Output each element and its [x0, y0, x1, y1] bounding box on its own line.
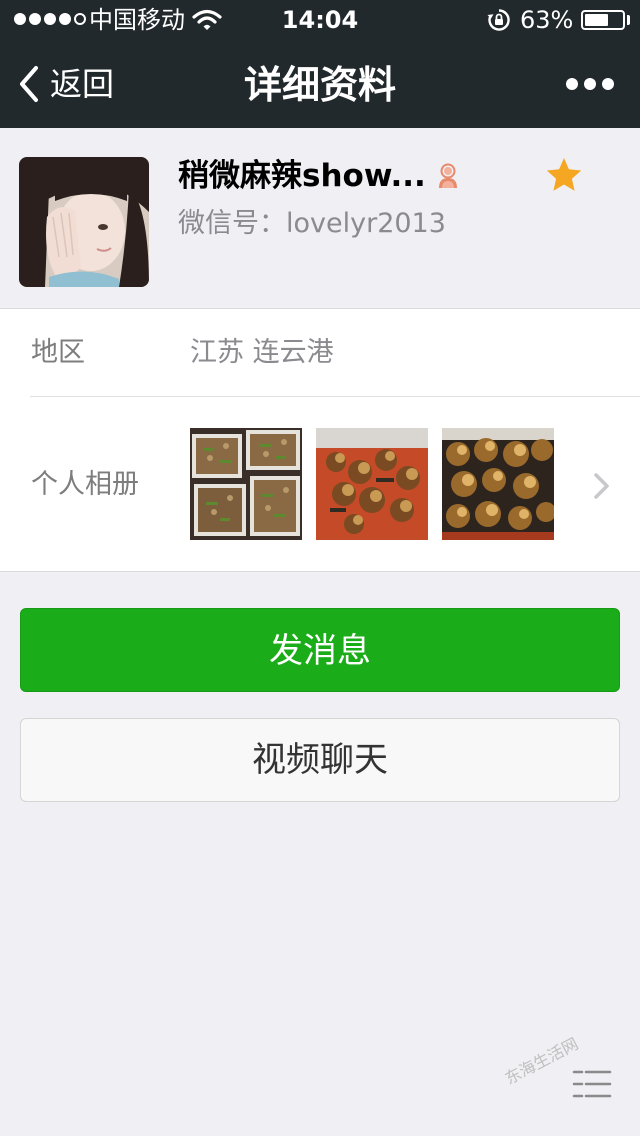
region-row: 地区 江苏 连云港: [0, 309, 640, 397]
album-photo[interactable]: [316, 428, 428, 540]
details-section: 地区 江苏 连云港 个人相册: [0, 308, 640, 572]
region-label: 地区: [31, 337, 85, 368]
navigation-bar: 返回 详细资料: [0, 40, 640, 128]
battery-fill: [585, 14, 608, 26]
more-dots-icon[interactable]: [566, 76, 614, 92]
album-photo[interactable]: [442, 428, 554, 540]
avatar-photo: [19, 157, 149, 287]
album-photo[interactable]: [190, 428, 302, 540]
avatar[interactable]: [19, 157, 149, 287]
profile-header: 稍微麻辣show... 微信号：lovelyr2013: [0, 128, 640, 308]
display-name: 稍微麻辣show...: [178, 158, 426, 194]
video-chat-button[interactable]: 视频聊天: [20, 718, 620, 802]
status-bar: 中国移动 14:04 63%: [0, 0, 640, 40]
album-photo-image: [316, 428, 428, 540]
battery-nub: [627, 15, 630, 25]
album-row[interactable]: 个人相册: [0, 397, 640, 572]
send-message-button[interactable]: 发消息: [20, 608, 620, 692]
chevron-right-icon: [594, 473, 609, 499]
album-photo-image: [442, 428, 554, 540]
more-dot: [584, 78, 596, 90]
more-dot: [602, 78, 614, 90]
album-photo-image: [190, 428, 302, 540]
star-icon[interactable]: [545, 156, 583, 194]
wechat-id: 微信号：lovelyr2013: [178, 208, 446, 239]
more-dot: [566, 78, 578, 90]
top-bar: 中国移动 14:04 63% 返回 详细资料: [0, 0, 640, 128]
battery-percent: 63%: [520, 6, 574, 34]
female-user-icon: [438, 163, 457, 188]
battery-icon: [581, 10, 625, 30]
album-label: 个人相册: [31, 469, 139, 500]
name-row: 稍微麻辣show...: [178, 156, 460, 196]
menu-lines-icon: [572, 1070, 612, 1098]
page-title: 详细资料: [243, 63, 396, 107]
rotation-lock-icon: [487, 9, 510, 31]
region-value: 江苏 连云港: [190, 337, 334, 368]
